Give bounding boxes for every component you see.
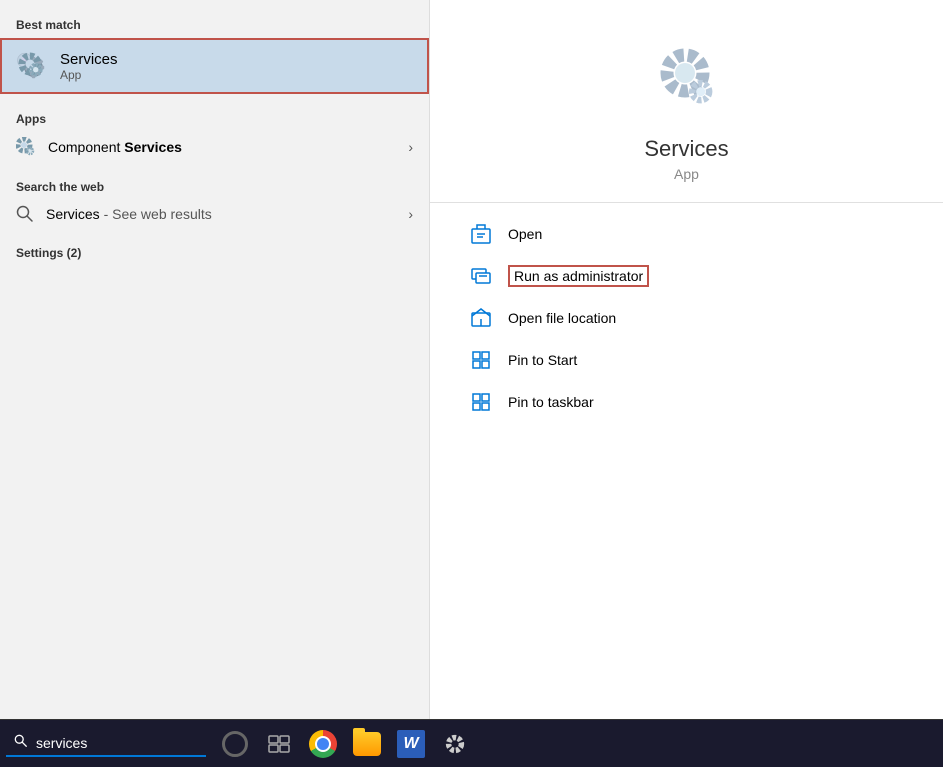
right-panel: Services App Open xyxy=(430,0,943,719)
pin-start-action[interactable]: Pin to Start xyxy=(430,339,943,381)
services-icon xyxy=(14,48,50,84)
component-services-icon xyxy=(16,137,36,157)
folder-icon xyxy=(353,732,381,756)
word-button[interactable]: W xyxy=(390,724,432,764)
run-admin-icon xyxy=(470,265,492,287)
chrome-button[interactable] xyxy=(302,724,344,764)
file-location-icon xyxy=(470,307,492,329)
open-icon xyxy=(470,223,492,245)
main-content: Best match xyxy=(0,0,943,719)
best-match-type: App xyxy=(60,68,118,82)
pin-start-icon xyxy=(470,349,492,371)
pin-taskbar-action[interactable]: Pin to taskbar xyxy=(430,381,943,423)
pin-start-label: Pin to Start xyxy=(508,352,577,368)
search-web-icon xyxy=(16,205,34,223)
best-match-text: Services App xyxy=(60,51,118,82)
chrome-icon xyxy=(309,730,337,758)
taskbar-search[interactable]: services xyxy=(6,730,206,757)
settings-button[interactable] xyxy=(434,724,476,764)
best-match-name: Services xyxy=(60,51,118,68)
settings-label: Settings (2) xyxy=(0,240,429,264)
web-search-item[interactable]: Services - See web results › xyxy=(0,198,429,230)
open-action[interactable]: Open xyxy=(430,213,943,255)
best-match-label: Best match xyxy=(0,12,429,36)
component-services-item[interactable]: Component Services › xyxy=(0,130,429,164)
run-admin-action[interactable]: Run as administrator xyxy=(430,255,943,297)
settings-icon xyxy=(444,733,466,755)
open-label: Open xyxy=(508,226,542,242)
taskbar-search-icon xyxy=(14,734,28,751)
best-match-services[interactable]: Services App xyxy=(0,38,429,94)
cortana-icon xyxy=(222,731,248,757)
pin-taskbar-label: Pin to taskbar xyxy=(508,394,594,410)
file-explorer-button[interactable] xyxy=(346,724,388,764)
task-view-icon xyxy=(268,733,290,755)
web-section: Search the web Services - See web result… xyxy=(0,174,429,230)
taskbar-apps: W xyxy=(214,724,476,764)
apps-section: Apps Component Services › xyxy=(0,106,429,164)
apps-label: Apps xyxy=(0,106,429,130)
file-location-action[interactable]: Open file location xyxy=(430,297,943,339)
component-services-chevron: › xyxy=(408,139,413,155)
left-panel: Best match xyxy=(0,0,430,719)
app-detail: Services App xyxy=(430,0,943,203)
app-detail-type: App xyxy=(674,166,699,182)
settings-section: Settings (2) xyxy=(0,240,429,264)
web-label: Search the web xyxy=(0,174,429,198)
word-icon: W xyxy=(397,730,425,758)
file-location-label: Open file location xyxy=(508,310,616,326)
component-services-name: Component Services xyxy=(48,139,408,155)
app-detail-icon xyxy=(647,40,727,120)
taskbar-search-text: services xyxy=(36,735,87,751)
pin-taskbar-icon xyxy=(470,391,492,413)
cortana-button[interactable] xyxy=(214,724,256,764)
app-detail-name: Services xyxy=(644,136,728,162)
run-admin-label: Run as administrator xyxy=(508,265,649,287)
web-search-chevron: › xyxy=(408,206,413,222)
action-list: Open Run as administrator xyxy=(430,203,943,433)
taskbar: services W xyxy=(0,719,943,767)
task-view-button[interactable] xyxy=(258,724,300,764)
web-search-text: Services - See web results xyxy=(46,206,408,222)
